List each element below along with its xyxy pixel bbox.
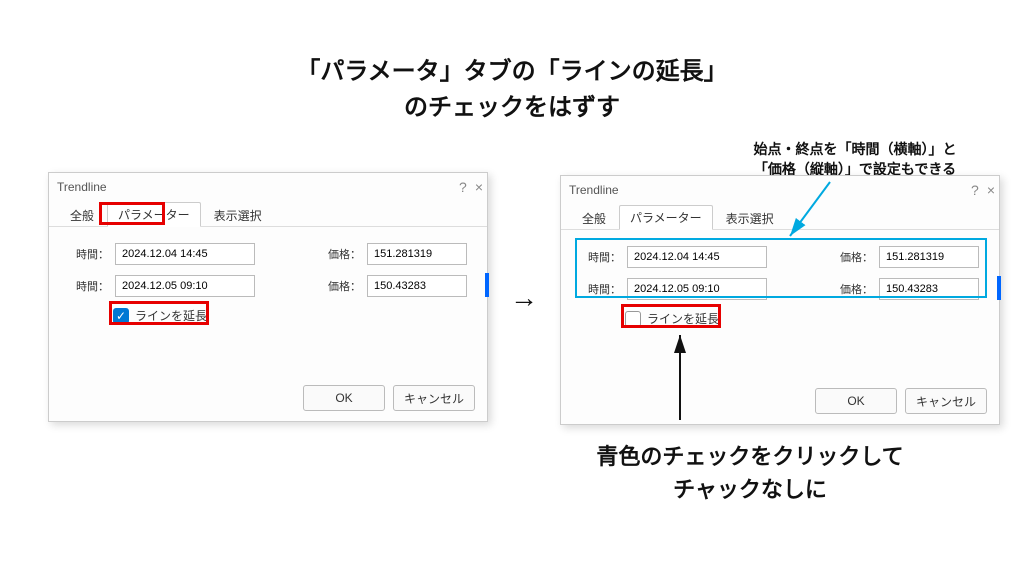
accent-bar	[997, 276, 1001, 300]
price-label: 価格：	[321, 246, 361, 262]
title-line-2: のチェックをはずす	[0, 90, 1024, 126]
close-icon[interactable]: ×	[475, 179, 483, 195]
price-input-1[interactable]	[367, 243, 467, 265]
help-icon[interactable]: ?	[459, 179, 467, 195]
dialog-titlebar: Trendline ? ×	[561, 176, 999, 204]
time-label: 時間：	[581, 249, 621, 265]
extend-label: ラインを延長	[647, 310, 719, 327]
time-input-1[interactable]	[115, 243, 255, 265]
instruction-title: 「パラメータ」タブの「ラインの延長」 のチェックをはずす	[0, 54, 1024, 126]
price-label: 価格：	[833, 281, 873, 297]
title-line-1: 「パラメータ」タブの「ラインの延長」	[0, 54, 1024, 90]
tab-strip: 全般 パラメーター 表示選択	[561, 204, 999, 230]
tab-display[interactable]: 表示選択	[203, 203, 273, 227]
dialog-content: 時間： 価格： 時間： 価格： ラインを延長	[561, 230, 999, 380]
tab-general[interactable]: 全般	[571, 206, 617, 230]
param-row-2: 時間： 価格：	[69, 275, 467, 297]
time-label: 時間：	[69, 278, 109, 294]
dialog-footer: OK キャンセル	[815, 388, 987, 414]
bottom-line-1: 青色のチェックをクリックして	[510, 440, 990, 473]
param-row-1: 時間： 価格：	[69, 243, 467, 265]
cancel-button[interactable]: キャンセル	[905, 388, 987, 414]
tab-parameters[interactable]: パラメーター	[619, 205, 713, 230]
price-label: 価格：	[321, 278, 361, 294]
param-row-2: 時間： 価格：	[581, 278, 979, 300]
dialog-before: Trendline ? × 全般 パラメーター 表示選択 時間： 価格： 時間：…	[48, 172, 488, 422]
ok-button[interactable]: OK	[303, 385, 385, 411]
tab-display[interactable]: 表示選択	[715, 206, 785, 230]
time-label: 時間：	[581, 281, 621, 297]
tab-parameters[interactable]: パラメーター	[107, 202, 201, 227]
time-input-2[interactable]	[115, 275, 255, 297]
param-row-1: 時間： 価格：	[581, 246, 979, 268]
dialog-title: Trendline	[569, 183, 619, 197]
side-note: 始点・終点を「時間（横軸）」と 「価格（縦軸）」で設定もできる	[690, 140, 1020, 179]
time-input-1[interactable]	[627, 246, 767, 268]
price-label: 価格：	[833, 249, 873, 265]
dialog-footer: OK キャンセル	[303, 385, 475, 411]
price-input-2[interactable]	[879, 278, 979, 300]
dialog-titlebar: Trendline ? ×	[49, 173, 487, 201]
extend-checkbox-unchecked[interactable]	[625, 311, 641, 327]
extend-label: ラインを延長	[135, 307, 207, 324]
arrow-between: →	[510, 282, 538, 314]
extend-row: ラインを延長	[625, 310, 979, 327]
price-input-2[interactable]	[367, 275, 467, 297]
accent-bar	[485, 273, 489, 297]
dialog-content: 時間： 価格： 時間： 価格： ✓ ラインを延長	[49, 227, 487, 377]
dialog-title: Trendline	[57, 180, 107, 194]
help-icon[interactable]: ?	[971, 182, 979, 198]
extend-row: ✓ ラインを延長	[113, 307, 467, 324]
tab-strip: 全般 パラメーター 表示選択	[49, 201, 487, 227]
bottom-line-2: チャックなしに	[510, 473, 990, 506]
price-input-1[interactable]	[879, 246, 979, 268]
close-icon[interactable]: ×	[987, 182, 995, 198]
dialog-after: Trendline ? × 全般 パラメーター 表示選択 時間： 価格： 時間：…	[560, 175, 1000, 425]
time-label: 時間：	[69, 246, 109, 262]
bottom-caption: 青色のチェックをクリックして チャックなしに	[510, 440, 990, 506]
side-note-line-1: 始点・終点を「時間（横軸）」と	[690, 140, 1020, 160]
time-input-2[interactable]	[627, 278, 767, 300]
ok-button[interactable]: OK	[815, 388, 897, 414]
tab-general[interactable]: 全般	[59, 203, 105, 227]
extend-checkbox-checked[interactable]: ✓	[113, 308, 129, 324]
cancel-button[interactable]: キャンセル	[393, 385, 475, 411]
